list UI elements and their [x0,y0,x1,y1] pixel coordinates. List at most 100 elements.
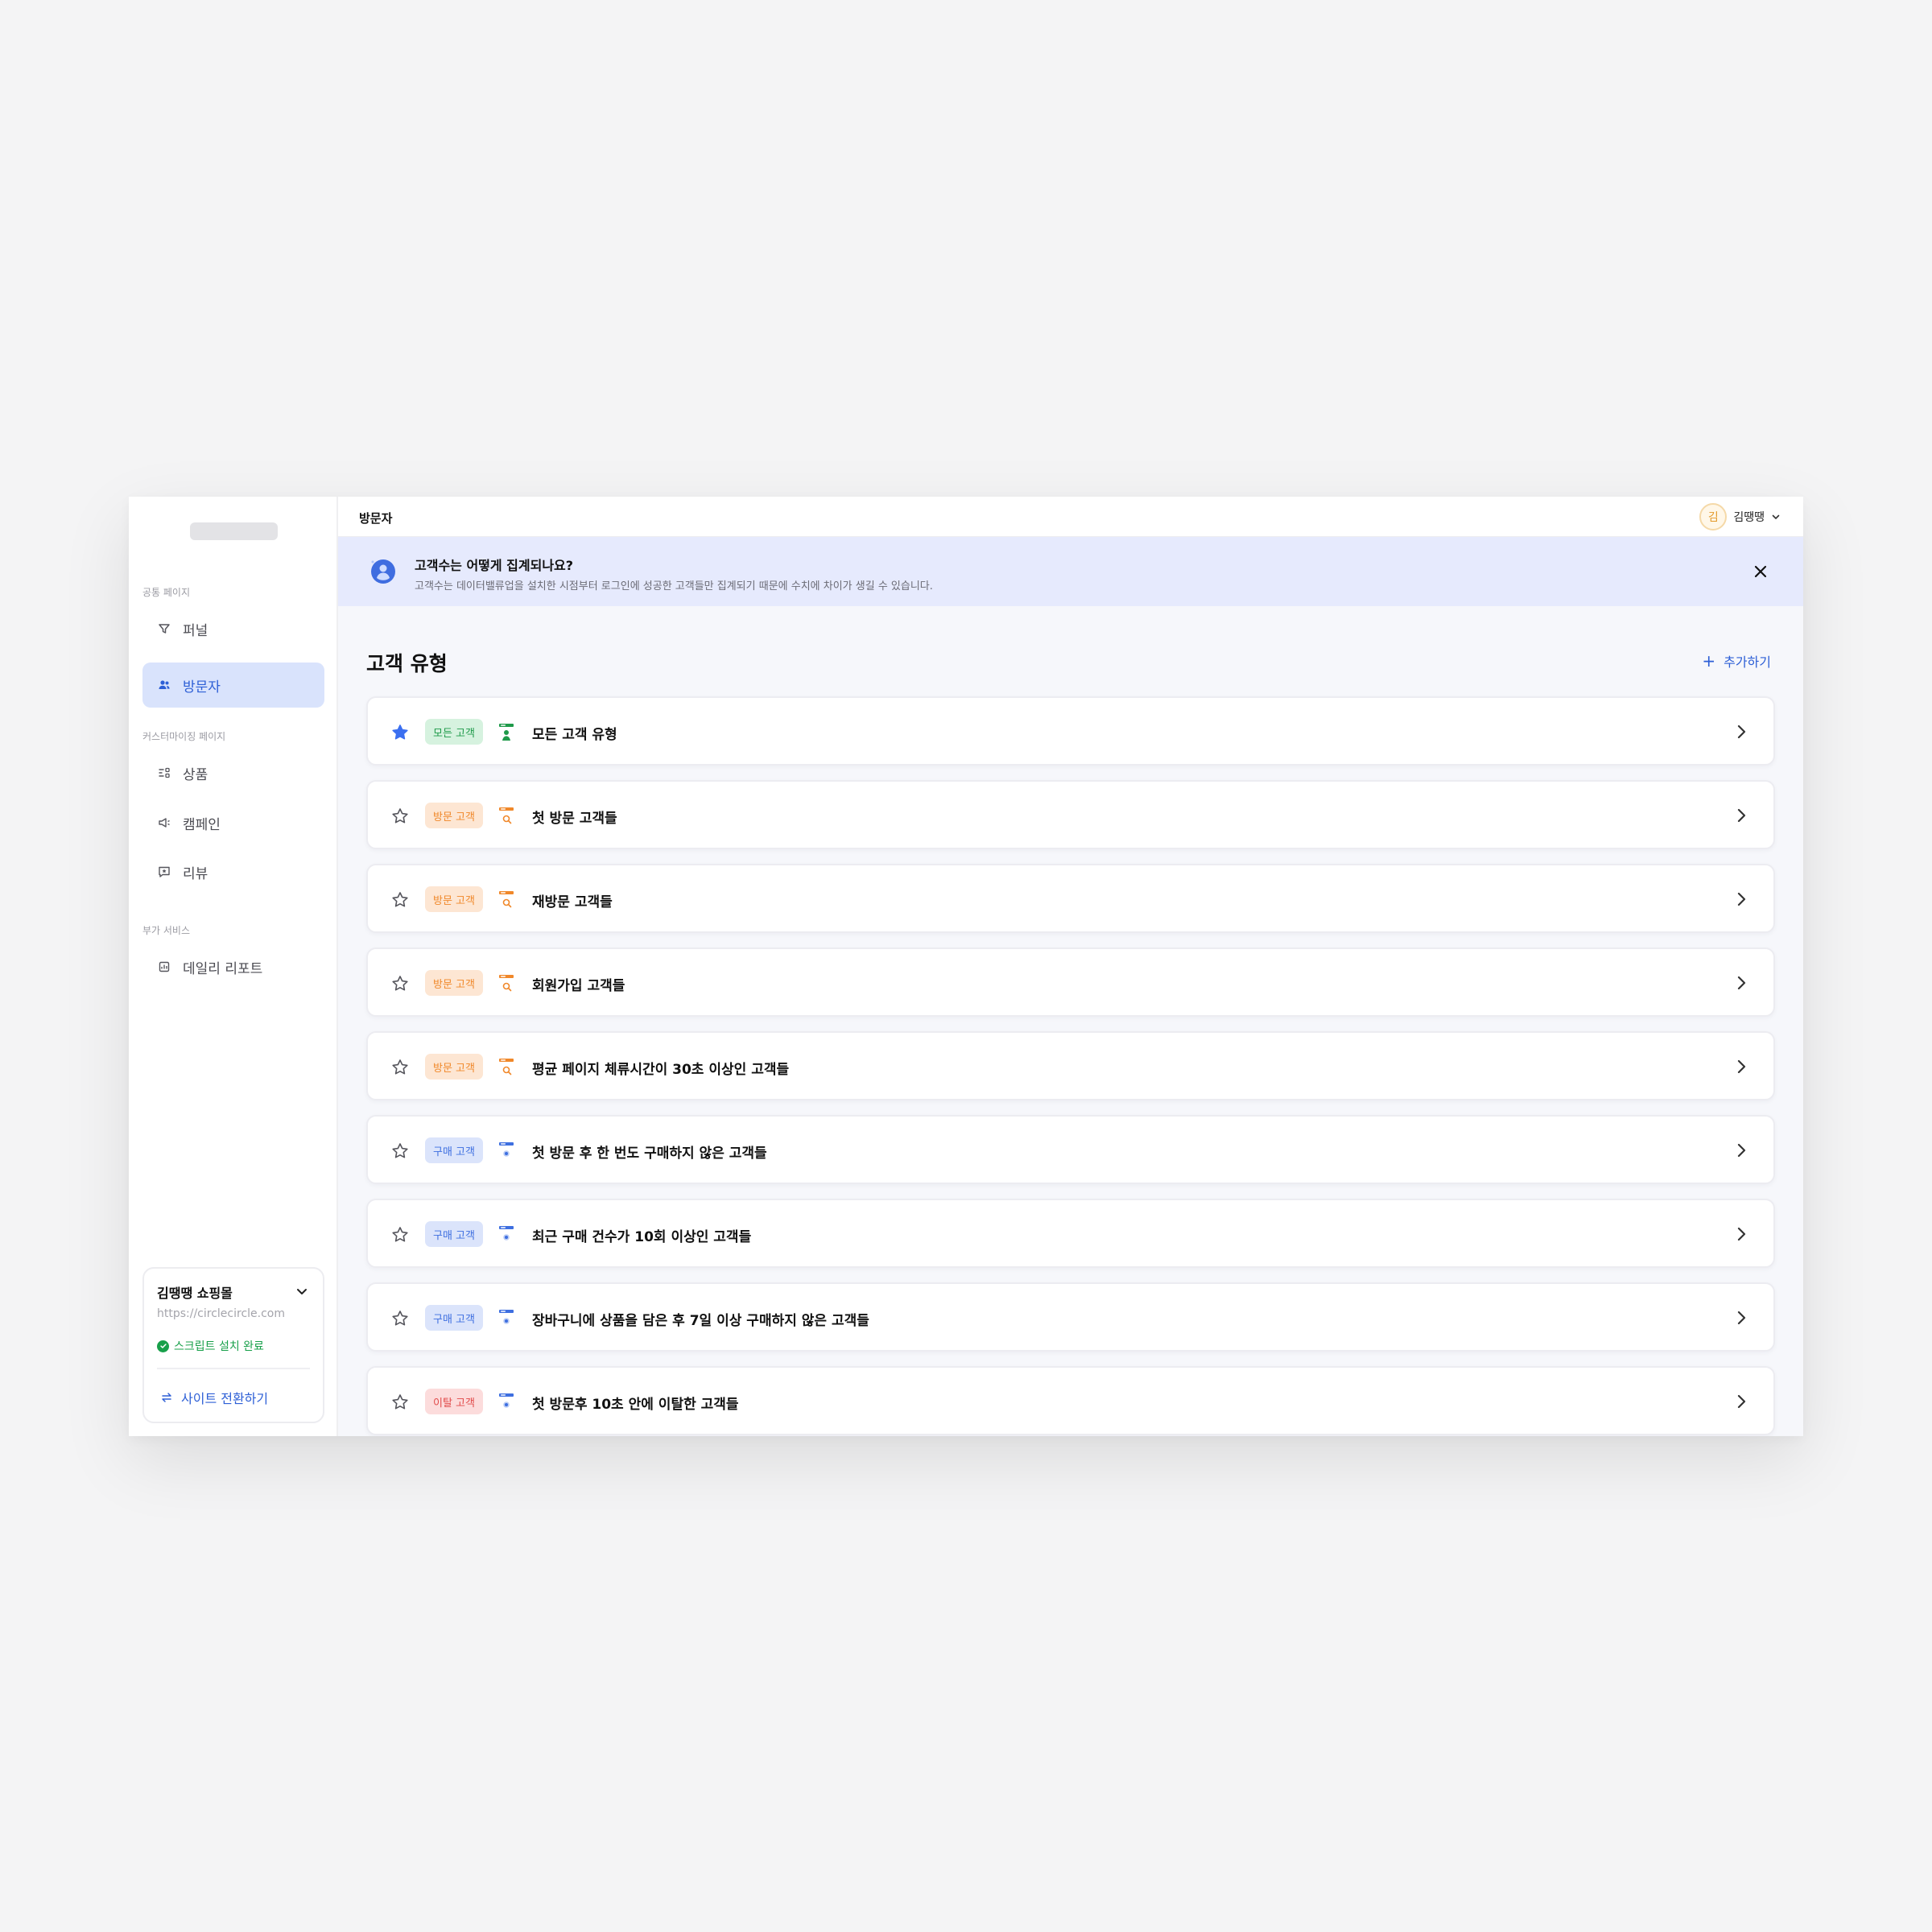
category-badge: 모든 고객 [425,719,483,745]
main-content: 방문자 김 김땡땡 고객수는 어떻게 집계되나요? 고객수는 데이터밸류업을 설… [338,497,1803,1436]
favorite-star-icon[interactable] [390,1393,410,1412]
sidebar-item-label: 방문자 [183,679,221,696]
category-badge: 방문 고객 [425,1054,483,1080]
page-title: 방문자 [359,511,393,526]
close-icon[interactable] [1752,563,1769,580]
customer-type-row[interactable]: 방문 고객 첫 방문 고객들 [366,780,1775,849]
category-badge: 구매 고객 [425,1305,483,1331]
customer-type-row[interactable]: 모든 고객 모든 고객 유형 [366,696,1775,766]
favorite-star-icon[interactable] [390,974,410,993]
category-badge: 이탈 고객 [425,1389,483,1414]
info-banner: 고객수는 어떻게 집계되나요? 고객수는 데이터밸류업을 설치한 시점부터 로그… [338,537,1803,606]
row-title: 장바구니에 상품을 담은 후 7일 이상 구매하지 않은 고객들 [532,1313,869,1329]
sidebar-item-label: 데일리 리포트 [183,960,263,977]
sidebar-item-label: 퍼널 [183,622,208,639]
check-circle-icon [157,1340,169,1352]
sidebar-item-daily-report[interactable]: 데일리 리포트 [142,944,324,989]
switch-site-button[interactable]: 사이트 전환하기 [160,1388,268,1407]
favorite-star-icon[interactable] [390,1141,410,1161]
visit-customer-icon [499,975,514,992]
customer-type-row[interactable]: 방문 고객 재방문 고객들 [366,864,1775,933]
customer-type-row[interactable]: 이탈 고객 첫 방문후 10초 안에 이탈한 고객들 [366,1366,1775,1435]
banner-description: 고객수는 데이터밸류업을 설치한 시점부터 로그인에 성공한 고객들만 집계되기… [415,580,933,592]
row-title: 첫 방문후 10초 안에 이탈한 고객들 [532,1397,739,1413]
visit-customer-icon [499,891,514,908]
logo[interactable] [190,522,278,540]
category-badge: 방문 고객 [425,970,483,996]
chevron-right-icon [1737,1311,1746,1325]
chevron-right-icon [1737,1227,1746,1241]
buy-customer-icon [499,1226,514,1241]
row-title: 평균 페이지 체류시간이 30초 이상인 고객들 [532,1062,790,1078]
avatar: 김 [1699,503,1728,530]
megaphone-icon [157,815,171,830]
favorite-star-icon[interactable] [390,1309,410,1328]
row-title: 최근 구매 건수가 10회 이상인 고객들 [532,1229,752,1245]
sidebar: 공통 페이지 퍼널 방문자 커스터마이징 페이지 상품 캠페인 리뷰 부가 서비… [129,497,338,1436]
customer-type-row[interactable]: 구매 고객 최근 구매 건수가 10회 이상인 고객들 [366,1199,1775,1268]
review-icon [157,865,171,879]
category-badge: 구매 고객 [425,1137,483,1163]
row-title: 모든 고객 유형 [532,727,617,743]
visit-customer-icon [499,807,514,824]
banner-title: 고객수는 어떻게 집계되나요? [415,558,574,573]
row-title: 회원가입 고객들 [532,978,625,994]
customer-type-row[interactable]: 구매 고객 첫 방문 후 한 번도 구매하지 않은 고객들 [366,1115,1775,1184]
favorite-star-icon[interactable] [390,723,410,742]
add-button-label: 추가하기 [1724,654,1771,670]
favorite-star-icon[interactable] [390,1225,410,1245]
install-status-label: 스크립트 설치 완료 [174,1340,264,1353]
user-menu[interactable]: 김 김땡땡 [1699,503,1781,530]
churn-customer-icon [499,1393,514,1408]
users-icon [157,678,171,692]
customer-type-row[interactable]: 구매 고객 장바구니에 상품을 담은 후 7일 이상 구매하지 않은 고객들 [366,1282,1775,1352]
visit-customer-icon [499,1059,514,1075]
user-name: 김땡땡 [1733,511,1765,524]
customer-info-icon [371,559,395,584]
section-label-custom: 커스터마이징 페이지 [142,731,226,742]
chevron-right-icon [1737,1059,1746,1074]
favorite-star-icon[interactable] [390,1058,410,1077]
chevron-right-icon [1737,1143,1746,1158]
category-badge: 방문 고객 [425,886,483,912]
chevron-down-icon [1772,514,1780,519]
site-card: 김땡땡 쇼핑몰 https://circlecircle.com 스크립트 설치… [142,1267,324,1423]
row-title: 재방문 고객들 [532,894,613,910]
install-status: 스크립트 설치 완료 [157,1338,264,1354]
sidebar-item-products[interactable]: 상품 [142,750,324,795]
section-label-common: 공통 페이지 [142,587,191,598]
buy-customer-icon [499,1142,514,1157]
chevron-down-icon[interactable] [295,1285,308,1298]
customer-type-row[interactable]: 방문 고객 회원가입 고객들 [366,947,1775,1017]
section-label-extra: 부가 서비스 [142,925,191,936]
sidebar-item-label: 리뷰 [183,865,208,882]
sidebar-item-label: 상품 [183,766,208,783]
sidebar-item-label: 캠페인 [183,816,221,833]
row-title: 첫 방문 고객들 [532,811,617,827]
report-icon [157,960,171,974]
sidebar-item-visitors[interactable]: 방문자 [142,663,324,708]
row-title: 첫 방문 후 한 번도 구매하지 않은 고객들 [532,1146,767,1162]
app-window: 공통 페이지 퍼널 방문자 커스터마이징 페이지 상품 캠페인 리뷰 부가 서비… [129,497,1803,1436]
add-button[interactable]: + 추가하기 [1702,651,1771,671]
chevron-right-icon [1737,1394,1746,1409]
switch-arrows-icon [162,1393,171,1402]
category-badge: 구매 고객 [425,1221,483,1247]
favorite-star-icon[interactable] [390,807,410,826]
chevron-right-icon [1737,892,1746,906]
chevron-right-icon [1737,808,1746,823]
sidebar-item-review[interactable]: 리뷰 [142,849,324,894]
switch-site-label: 사이트 전환하기 [181,1391,269,1406]
favorite-star-icon[interactable] [390,890,410,910]
customer-type-row[interactable]: 방문 고객 평균 페이지 체류시간이 30초 이상인 고객들 [366,1031,1775,1100]
chevron-right-icon [1737,724,1746,739]
chevron-right-icon [1737,976,1746,990]
plus-icon: + [1702,651,1716,671]
sidebar-item-funnel[interactable]: 퍼널 [142,606,324,651]
category-badge: 방문 고객 [425,803,483,828]
buy-customer-icon [499,1310,514,1324]
sidebar-item-campaign[interactable]: 캠페인 [142,800,324,845]
funnel-icon [157,621,171,636]
divider [157,1368,310,1369]
site-name: 김땡땡 쇼핑몰 [157,1286,233,1301]
